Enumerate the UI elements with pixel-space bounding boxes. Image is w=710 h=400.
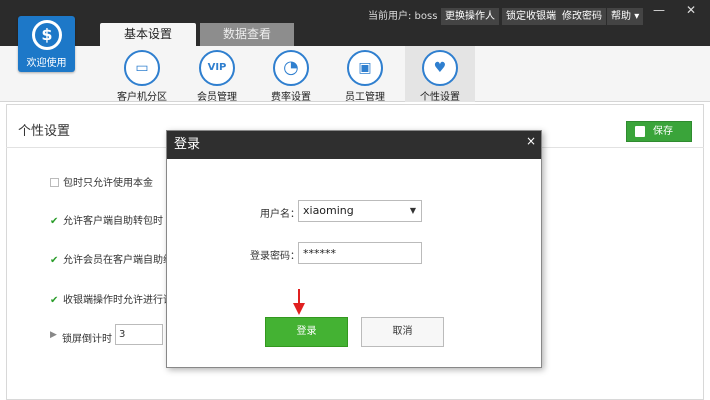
chevron-right-icon: ▶ [50, 330, 57, 340]
minimize-button[interactable]: — [648, 2, 670, 18]
pie-chart-icon: ◔ [273, 50, 309, 86]
red-arrow-icon [293, 289, 305, 315]
username-value: xiaoming [303, 204, 354, 217]
password-label: 登录密码： [250, 251, 300, 262]
logo-icon: $ [32, 20, 62, 50]
close-window-button[interactable]: ✕ [680, 2, 702, 18]
monitor-icon: ▭ [124, 50, 160, 86]
toolbar-item-label: 费率设置 [271, 92, 311, 103]
option-label: 允许会员在客户端自助续 [63, 255, 173, 266]
cancel-button[interactable]: 取消 [361, 317, 444, 347]
app-logo: $ 欢迎使用 [18, 16, 75, 72]
checkmark-icon[interactable]: ✔ [50, 255, 61, 266]
option-cashier-voice[interactable]: ✔ 收银端操作时允许进行语 [50, 291, 173, 306]
vip-icon: VIP [199, 50, 235, 86]
toolbar-item-member-management[interactable]: VIP 会员管理 [182, 46, 252, 103]
toolbar-item-label: 会员管理 [197, 92, 237, 103]
chevron-down-icon: ▾ [634, 11, 640, 22]
lock-cashier-button[interactable]: 锁定收银端 [502, 8, 560, 25]
toolbar-item-personal-settings[interactable]: ♥ 个性设置 [405, 46, 475, 103]
id-card-icon: ▣ [347, 50, 383, 86]
current-user-label: 当前用户: boss [368, 11, 438, 22]
save-label: 保存 [653, 126, 673, 137]
help-menu-button[interactable]: 帮助 ▾ [607, 8, 644, 25]
help-label: 帮助 [611, 11, 631, 22]
page-title: 个性设置 [18, 124, 71, 139]
option-label: 收银端操作时允许进行语 [63, 295, 173, 306]
save-button[interactable]: 保存 [626, 121, 692, 142]
username-select[interactable]: xiaoming ▼ [298, 200, 422, 222]
logo-text: 欢迎使用 [26, 58, 67, 69]
save-icon [635, 126, 645, 137]
toolbar-item-label: 客户机分区 [117, 92, 167, 103]
checkmark-icon[interactable]: ✔ [50, 216, 61, 227]
login-button[interactable]: 登录 [265, 317, 348, 347]
dialog-close-button[interactable]: × [524, 134, 538, 148]
change-password-button[interactable]: 修改密码 [558, 8, 606, 25]
toolbar-item-staff-management[interactable]: ▣ 员工管理 [330, 46, 400, 103]
checkbox-unchecked[interactable] [50, 178, 59, 187]
option-label: 包时只允许使用本金 [63, 178, 153, 189]
caret-down-icon: ▼ [409, 206, 416, 215]
option-client-self-package[interactable]: ✔ 允许客户端自助转包时 [50, 212, 163, 227]
lock-countdown-label: 锁屏倒计时 [62, 334, 112, 345]
tab-data-view[interactable]: 数据查看 [200, 23, 294, 46]
password-field[interactable] [298, 242, 422, 264]
switch-operator-button[interactable]: 更换操作人 [441, 8, 499, 25]
toolbar-item-label: 员工管理 [345, 92, 385, 103]
toolbar-item-client-zone[interactable]: ▭ 客户机分区 [107, 46, 177, 103]
checkmark-icon[interactable]: ✔ [50, 295, 61, 306]
option-label: 允许客户端自助转包时 [63, 216, 163, 227]
toolbar-item-label: 个性设置 [420, 92, 460, 103]
heart-gear-icon: ♥ [422, 50, 458, 86]
toolbar-item-rate-settings[interactable]: ◔ 费率设置 [256, 46, 326, 103]
tab-basic-settings[interactable]: 基本设置 [100, 23, 196, 46]
option-member-self-renew[interactable]: ✔ 允许会员在客户端自助续 [50, 251, 173, 266]
dialog-title: 登录 [167, 131, 541, 159]
username-label: 用户名： [260, 209, 300, 220]
option-principal-only[interactable]: 包时只允许使用本金 [50, 174, 153, 189]
lock-countdown-input[interactable] [115, 324, 163, 345]
